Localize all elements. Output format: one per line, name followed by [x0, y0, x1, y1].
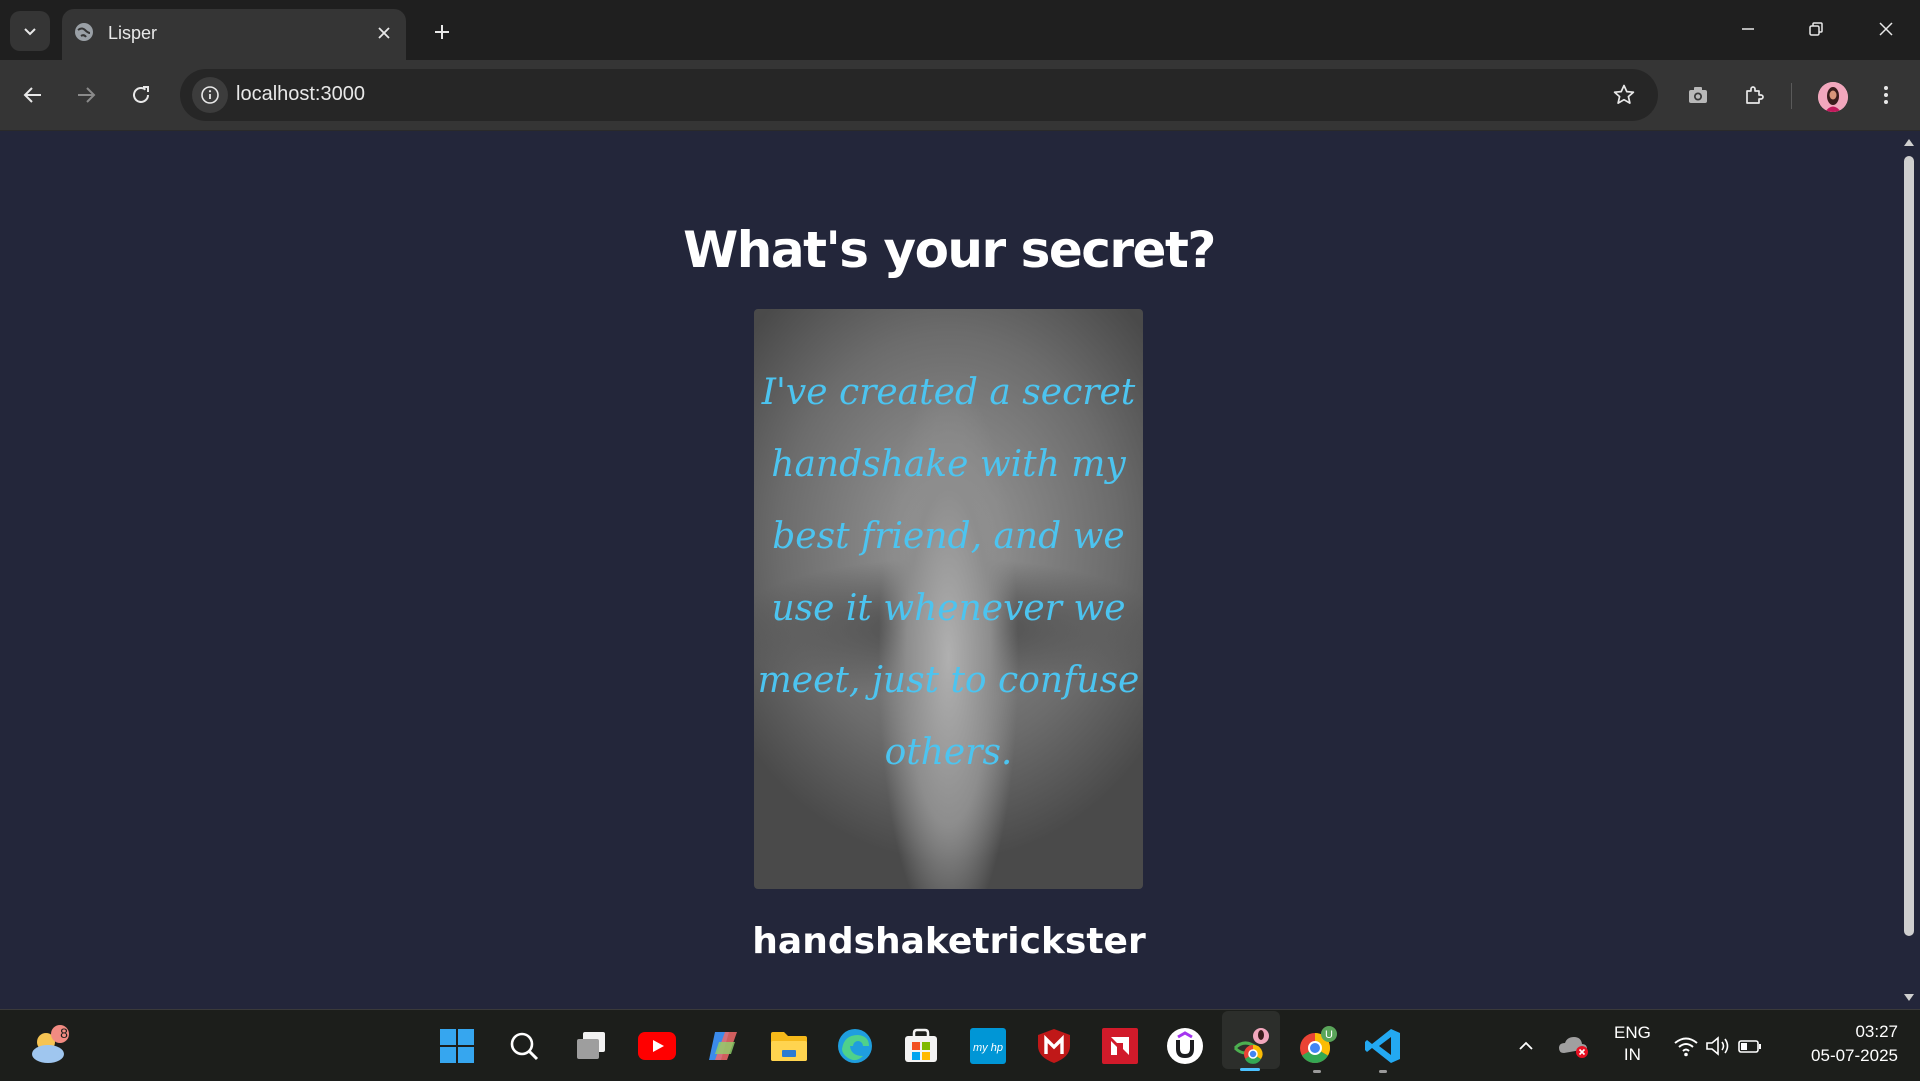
minimize-button[interactable] [1720, 0, 1776, 58]
more-vertical-icon [1884, 86, 1888, 104]
taskbar-amd-software[interactable] [1098, 1024, 1142, 1068]
secret-text: I've created a secret handshake with my … [757, 372, 1140, 773]
page-viewport: What's your secret? I've created a secre… [0, 131, 1898, 1009]
show-hidden-icons-button[interactable] [1504, 1024, 1548, 1068]
taskbar-microsoft-store[interactable] [899, 1024, 943, 1068]
open-app-indicator [1379, 1070, 1387, 1073]
camera-icon [1689, 87, 1707, 103]
active-app-indicator [1240, 1068, 1260, 1071]
back-button[interactable] [11, 73, 55, 117]
tab-strip: Lisper [0, 0, 1920, 60]
wifi-icon [1674, 1037, 1698, 1057]
udemy-icon [1167, 1028, 1203, 1064]
plus-icon [435, 25, 449, 39]
tab-title: Lisper [108, 23, 158, 43]
restore-button[interactable] [1788, 0, 1844, 58]
address-bar[interactable]: localhost:3000 [180, 69, 1658, 121]
task-view-button[interactable] [569, 1024, 613, 1068]
browser-tab[interactable]: Lisper [62, 9, 406, 60]
tab-search-button[interactable] [10, 11, 50, 51]
youtube-icon [638, 1032, 676, 1060]
close-window-button[interactable] [1858, 0, 1914, 58]
screenshot-button[interactable] [1676, 73, 1720, 117]
extensions-button[interactable] [1732, 73, 1776, 117]
close-icon [1879, 22, 1893, 36]
chevron-up-icon [1519, 1041, 1533, 1050]
edge-browser-icon [838, 1029, 872, 1063]
browser-menu-button[interactable] [1864, 73, 1908, 117]
battery-icon [1738, 1040, 1761, 1053]
taskbar-copilot[interactable] [701, 1024, 745, 1068]
quick-settings-button[interactable] [1668, 1024, 1768, 1068]
bookmark-star-icon[interactable] [1604, 75, 1644, 115]
url-text[interactable]: localhost:3000 [236, 83, 365, 106]
taskbar-file-explorer[interactable] [767, 1024, 811, 1068]
new-tab-button[interactable] [422, 12, 462, 52]
language-code: ENG [1614, 1023, 1651, 1042]
task-view-icon [577, 1032, 605, 1059]
taskbar-edge[interactable] [833, 1024, 877, 1068]
forward-button[interactable] [64, 73, 108, 117]
secret-card: I've created a secret handshake with my … [754, 309, 1143, 889]
search-icon [510, 1032, 539, 1061]
folder-icon [771, 1032, 807, 1061]
svg-text:my hp: my hp [973, 1042, 1003, 1054]
minimize-icon [1742, 28, 1754, 30]
page-scrollbar[interactable] [1898, 131, 1920, 1009]
taskbar-vscode[interactable] [1361, 1024, 1405, 1068]
scrollbar-thumb[interactable] [1904, 156, 1914, 936]
svg-text:U: U [1325, 1029, 1333, 1041]
clock-time[interactable]: 03:27 [1792, 1022, 1898, 1042]
region-code: IN [1623, 1045, 1641, 1064]
windows-logo-icon [440, 1029, 474, 1063]
clock-date[interactable]: 05-07-2025 [1792, 1046, 1898, 1066]
cloud-error-icon [1559, 1037, 1588, 1058]
taskbar-search-button[interactable] [502, 1024, 546, 1068]
open-app-indicator [1313, 1070, 1321, 1073]
browser-toolbar: localhost:3000 [0, 60, 1920, 131]
chrome-app-icon [1233, 1028, 1269, 1064]
arrow-right-icon [78, 87, 96, 103]
amd-icon [1102, 1028, 1138, 1064]
scroll-down-arrow-icon[interactable] [1903, 993, 1915, 1003]
weather-badge-count: 8 [60, 1025, 68, 1041]
chevron-down-icon [24, 28, 36, 36]
toolbar-divider [1791, 83, 1792, 109]
start-button[interactable] [435, 1024, 479, 1068]
reload-icon [133, 86, 149, 103]
tab-close-icon[interactable] [368, 17, 400, 49]
input-language-indicator[interactable]: ENG IN [1614, 1022, 1651, 1066]
site-info-icon[interactable] [192, 77, 228, 113]
chrome-icon: U [1300, 1026, 1337, 1064]
taskbar-myhp[interactable]: my hp [966, 1024, 1010, 1068]
globe-icon [73, 21, 95, 43]
profile-avatar[interactable] [1818, 82, 1848, 112]
puzzle-piece-icon [1746, 86, 1764, 104]
scroll-up-arrow-icon[interactable] [1903, 137, 1915, 147]
page-title: What's your secret? [683, 221, 1216, 279]
reload-button[interactable] [119, 73, 163, 117]
taskbar-mcafee[interactable] [1032, 1024, 1076, 1068]
vscode-icon [1365, 1029, 1400, 1063]
taskbar-udemy[interactable] [1163, 1024, 1207, 1068]
copilot-icon [709, 1032, 737, 1060]
myhp-icon: my hp [970, 1028, 1006, 1064]
username-label: handshaketrickster [752, 921, 1146, 962]
onedrive-status-button[interactable] [1552, 1024, 1596, 1068]
taskbar-chrome-profile-app[interactable] [1229, 1024, 1273, 1068]
taskbar-chrome[interactable]: U [1295, 1024, 1339, 1068]
mcafee-shield-icon [1038, 1029, 1070, 1063]
arrow-left-icon [23, 87, 41, 103]
weather-widget[interactable]: 8 [26, 1024, 70, 1068]
store-bag-icon [905, 1028, 937, 1062]
restore-icon [1809, 22, 1823, 36]
windows-taskbar: 8 my hp U ENG IN 03:27 05-07-2025 [0, 1009, 1920, 1081]
taskbar-youtube[interactable] [635, 1024, 679, 1068]
volume-icon [1706, 1036, 1729, 1056]
